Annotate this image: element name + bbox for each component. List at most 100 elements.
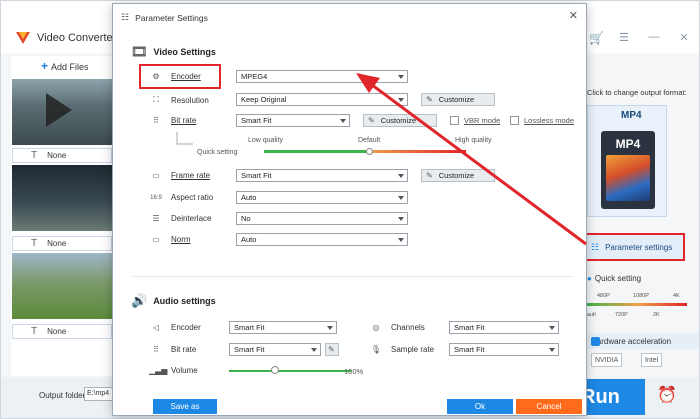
audio-bitrate-label: ⠿ Bit rate [149,345,196,354]
bitrate-customize-button[interactable]: ✎ Customize [363,114,437,127]
framerate-value: Smart Fit [241,171,272,180]
samplerate-select[interactable]: Smart Fit [449,343,559,356]
mp4-icon-label: MP4 [615,137,641,151]
default-quality-label: Default [358,137,381,144]
parameter-settings-button[interactable]: ☷ Parameter settings [583,233,685,261]
framerate-label-text: Frame rate [171,171,211,180]
nvidia-badge[interactable]: NVIDIA [591,353,623,367]
checkbox-box [510,116,519,125]
output-folder-input[interactable]: E:\mp4 [84,387,114,401]
minimize-icon[interactable]: — [639,31,669,43]
samplerate-label-text: Sample rate [391,345,435,354]
resolution-customize-button[interactable]: ✎ Customize [421,93,495,106]
encoder-highlight-box [139,64,221,89]
checkbox-box [450,116,459,125]
aspect-ratio-icon: 16:9 [150,194,162,201]
audio-encoder-value: Smart Fit [234,323,265,332]
tick-label: 1080P [633,293,649,299]
dialog-close-icon[interactable]: ✕ [569,9,578,22]
dialog-title: Parameter Settings [135,12,208,23]
framerate-customize-button[interactable]: ✎ Customize [421,169,495,182]
vbr-mode-checkbox[interactable]: VBR mode [450,116,500,125]
deinterlace-value: No [241,214,251,223]
audio-bitrate-select[interactable]: Smart Fit [229,343,321,356]
cancel-button[interactable]: Cancel [516,399,582,414]
subtitle-value: None [47,151,67,160]
customize-label: Customize [438,171,475,180]
audio-bitrate-edit-button[interactable]: ✎ [325,343,339,356]
frame-icon: ▭ [152,171,160,180]
output-format-name: MP4 [621,110,642,121]
video-thumbnail[interactable] [12,253,112,319]
quick-setting-label: Quick setting [197,149,238,156]
volume-slider[interactable] [229,370,351,372]
microphone-icon: 🎙 [370,345,382,354]
save-as-label: Save as [170,402,200,411]
hardware-acceleration-toggle[interactable]: Hardware acceleration [587,333,699,349]
subtitle-row[interactable]: T None [12,236,112,251]
cart-icon[interactable]: 🛒 [589,31,604,45]
volume-value: 100% [344,367,364,376]
audio-encoder-select[interactable]: Smart Fit [229,321,337,334]
aspect-ratio-label-text: Aspect ratio [171,193,214,202]
tick-label: 2K [653,312,660,318]
encoder-select[interactable]: MPEG4 [236,70,408,83]
save-as-button[interactable]: Save as [153,399,217,414]
norm-select[interactable]: Auto [236,233,408,246]
deinterlace-select[interactable]: No [236,212,408,225]
resolution-label: ⛶ Resolution [149,95,209,105]
section-divider [133,276,573,277]
app-title: Video Converter [37,32,117,44]
add-files-button[interactable]: + Add Files [41,59,89,73]
checkbox-icon [591,336,600,346]
quality-slider-thumb[interactable] [366,148,373,155]
volume-bars-icon: ▁▃▅ [149,366,168,375]
chevron-down-icon [327,326,333,330]
chevron-down-icon [398,238,404,242]
aspect-ratio-select[interactable]: Auto [236,191,408,204]
subtitle-row[interactable]: T None [12,324,112,339]
aspect-ratio-value: Auto [241,193,257,202]
quality-slider-low[interactable] [264,150,366,153]
chevron-down-icon [549,348,555,352]
lossless-mode-label: Lossless mode [524,116,575,125]
add-files-label: Add Files [51,62,89,72]
chevron-down-icon [398,217,404,221]
chevron-down-icon [340,119,346,123]
speaker-gear-icon: 🔊 [131,293,148,308]
ok-button[interactable]: Ok [447,399,513,414]
video-thumbnail[interactable] [12,165,112,231]
speaker-icon: ◁ [152,323,160,332]
play-icon[interactable] [46,93,72,127]
bullet-icon: ● [587,274,592,283]
subtitle-value: None [47,239,67,248]
channels-select[interactable]: Smart Fit [449,321,559,334]
lines-icon: ☰ [152,214,160,223]
quick-setting-slider[interactable] [587,303,687,306]
framerate-select[interactable]: Smart Fit [236,169,408,182]
menu-icon[interactable]: ☰ [609,31,639,44]
chevron-down-icon [398,98,404,102]
quick-setting-label: Quick setting [594,274,642,283]
bitrate-label-text: Bit rate [171,116,197,125]
resolution-select[interactable]: Keep Original [236,93,408,106]
mp4-format-icon[interactable]: MP4 [601,131,655,209]
subtitle-row[interactable]: T None [12,148,112,163]
run-button[interactable]: Run [581,379,645,415]
bitrate-select[interactable]: Smart Fit [236,114,350,127]
lossless-mode-checkbox[interactable]: Lossless mode [510,116,574,125]
video-settings-label: Video Settings [153,47,216,57]
cancel-label: Cancel [536,402,562,411]
quality-slider-high[interactable] [366,150,466,153]
samplerate-label: 🎙 Sample rate [369,345,434,354]
settings-sliders-icon: ☷ [121,12,130,22]
close-window-icon[interactable]: ✕ [669,31,699,44]
audio-settings-label: Audio settings [153,296,216,306]
norm-label: ▭ Norm [149,235,190,244]
text-icon: T [31,238,38,249]
intel-badge[interactable]: Intel [641,353,663,367]
volume-slider-thumb[interactable] [271,366,280,374]
chevron-down-icon [549,326,555,330]
quick-setting-heading: ● Quick setting [587,274,641,283]
alarm-clock-icon[interactable]: ⏰ [657,385,677,405]
